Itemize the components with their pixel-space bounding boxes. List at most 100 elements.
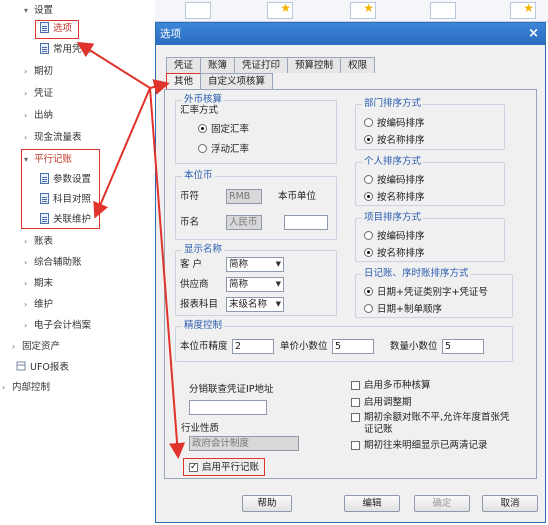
tab-voucher-print[interactable]: 凭证打印	[234, 57, 289, 73]
customer-label: 客 户	[180, 259, 203, 270]
tree-node-reports[interactable]: › 账表	[24, 234, 53, 250]
checkbox-opening-balance[interactable]: 期初余额对账不平,允许年度首张凭证记账	[351, 412, 511, 436]
tab-budget-control[interactable]: 预算控制	[287, 57, 342, 73]
currency-name-field[interactable]: 人民币	[226, 215, 262, 230]
expand-arrow-icon[interactable]: ›	[24, 108, 34, 124]
expand-arrow-icon[interactable]: ›	[24, 86, 34, 102]
tree-node-opening[interactable]: › 期初	[24, 64, 53, 80]
tree-node-aux-ledger[interactable]: › 综合辅助账	[24, 255, 82, 271]
tab-row-1: 凭证 账簿 凭证打印 预算控制 权限	[166, 57, 376, 73]
tree-node-ufo-report[interactable]: UFO报表	[16, 360, 69, 376]
tree-node-period-end[interactable]: › 期末	[24, 276, 53, 292]
expand-arrow-icon[interactable]: ›	[24, 234, 34, 250]
supplier-select[interactable]: 简称	[226, 277, 284, 292]
radio-icon	[364, 174, 373, 184]
tree-node-maintenance[interactable]: › 维护	[24, 297, 53, 313]
currency-unit-label: 本币单位	[278, 191, 317, 202]
checkbox-icon	[351, 398, 360, 407]
tab-ledger[interactable]: 账簿	[200, 57, 236, 73]
expand-arrow-icon[interactable]: ›	[24, 276, 34, 292]
qty-decimals-field[interactable]: 5	[442, 339, 484, 354]
radio-person-by-name[interactable]: 按名称排序	[364, 189, 425, 203]
radio-project-by-code[interactable]: 按编码排序	[364, 228, 425, 242]
checkbox-multi-currency[interactable]: 启用多币种核算	[351, 380, 431, 392]
toolbar-star-icon[interactable]: ★	[510, 1, 536, 19]
help-button[interactable]: 帮助	[242, 495, 292, 512]
journal-sort-group: 日记账、序时账排序方式 日期+凭证类别字+凭证号 日期+制单顺序	[355, 268, 513, 318]
tree-node-internal-control[interactable]: › 内部控制	[2, 380, 50, 396]
tab-row-2: 其他 自定义项核算	[166, 73, 274, 89]
price-decimals-label: 单价小数位	[280, 341, 328, 352]
toolbar-star-icon[interactable]: ★	[267, 1, 293, 19]
expand-arrow-icon[interactable]: ›	[24, 318, 34, 334]
group-title: 日记账、序时账排序方式	[362, 268, 471, 280]
radio-icon	[364, 303, 373, 313]
ok-button[interactable]: 确定	[414, 495, 470, 512]
currency-unit-field[interactable]	[284, 215, 328, 230]
radio-selected-icon	[364, 191, 373, 201]
tab-custom-items[interactable]: 自定义项核算	[200, 73, 274, 89]
base-precision-field[interactable]: 2	[232, 339, 274, 354]
project-sort-group: 项目排序方式 按编码排序 按名称排序	[355, 212, 505, 262]
report-subject-select[interactable]: 末级名称	[226, 297, 284, 312]
industry-field[interactable]: 政府会计制度	[189, 436, 299, 451]
qty-decimals-label: 数量小数位	[390, 341, 438, 352]
background-toolbar: ★ ★ ★	[155, 0, 548, 22]
supplier-label: 供应商	[180, 279, 209, 290]
department-sort-group: 部门排序方式 按编码排序 按名称排序	[355, 98, 505, 150]
expand-arrow-icon[interactable]: ›	[24, 297, 34, 313]
distribution-ip-label: 分销联查凭证IP地址	[189, 384, 274, 395]
tree-node-voucher[interactable]: › 凭证	[24, 86, 53, 102]
highlight-box-parallel	[21, 149, 100, 229]
edit-button[interactable]: 编辑	[344, 495, 400, 512]
cancel-button[interactable]: 取消	[482, 495, 538, 512]
radio-journal-by-order[interactable]: 日期+制单顺序	[364, 301, 442, 315]
toolbar-star-icon[interactable]: ★	[350, 1, 376, 19]
radio-fixed-rate[interactable]: 固定汇率	[198, 121, 249, 135]
checkbox-opening-detail[interactable]: 期初往来明细显示已两清记录	[351, 440, 488, 452]
dialog-titlebar: 选项 ×	[156, 23, 545, 45]
radio-project-by-name[interactable]: 按名称排序	[364, 245, 425, 259]
distribution-ip-field[interactable]	[189, 400, 267, 415]
checkbox-icon	[351, 413, 360, 422]
industry-label: 行业性质	[181, 423, 220, 434]
collapse-arrow-icon[interactable]: ▾	[24, 3, 34, 19]
radio-icon	[198, 143, 207, 153]
foreign-currency-group: 外币核算 汇率方式 固定汇率 浮动汇率	[175, 94, 337, 164]
radio-floating-rate[interactable]: 浮动汇率	[198, 141, 249, 155]
currency-code-field[interactable]: RMB	[226, 189, 262, 204]
expand-arrow-icon[interactable]: ›	[24, 255, 34, 271]
expand-arrow-icon[interactable]: ›	[24, 130, 34, 146]
radio-dept-by-code[interactable]: 按编码排序	[364, 115, 425, 129]
expand-arrow-icon[interactable]: ›	[24, 64, 34, 80]
options-panel: 外币核算 汇率方式 固定汇率 浮动汇率 本位币 币符 RMB 本币单位 币名 人…	[164, 89, 537, 479]
group-title: 部门排序方式	[362, 98, 424, 110]
radio-dept-by-name[interactable]: 按名称排序	[364, 132, 425, 146]
precision-group: 精度控制 本位币精度 2 单价小数位 5 数量小数位 5	[175, 320, 513, 362]
tree-node-cashier[interactable]: › 出纳	[24, 108, 53, 124]
radio-icon	[364, 117, 373, 127]
checkbox-icon	[351, 381, 360, 390]
price-decimals-field[interactable]: 5	[332, 339, 374, 354]
radio-selected-icon	[364, 134, 373, 144]
tree-node-cashflow[interactable]: › 现金流量表	[24, 130, 82, 146]
checkbox-adjust-period[interactable]: 启用调整期	[351, 397, 412, 409]
options-dialog: 选项 × 凭证 账簿 凭证打印 预算控制 权限 其他 自定义项核算 外币核算 汇…	[155, 22, 546, 523]
expand-arrow-icon[interactable]: ›	[2, 380, 12, 396]
tree-node-common-voucher[interactable]: 常用凭证	[40, 42, 91, 58]
tree-node-e-archive[interactable]: › 电子会计档案	[24, 318, 91, 334]
tab-voucher[interactable]: 凭证	[166, 57, 202, 73]
customer-select[interactable]: 简称	[226, 257, 284, 272]
toolbar-pen-icon[interactable]	[185, 2, 211, 19]
tab-permissions[interactable]: 权限	[340, 57, 376, 73]
tree-node-settings[interactable]: ▾ 设置	[24, 3, 53, 19]
tree-node-fixed-assets[interactable]: › 固定资产	[12, 339, 60, 355]
radio-journal-by-voucher[interactable]: 日期+凭证类别字+凭证号	[364, 284, 488, 298]
expand-arrow-icon[interactable]: ›	[12, 339, 22, 355]
toolbar-book-icon[interactable]	[430, 2, 456, 19]
tab-other[interactable]: 其他	[166, 73, 202, 89]
currency-name-label: 币名	[180, 217, 200, 228]
close-icon[interactable]: ×	[528, 23, 539, 45]
base-precision-label: 本位币精度	[180, 341, 228, 352]
radio-person-by-code[interactable]: 按编码排序	[364, 172, 425, 186]
